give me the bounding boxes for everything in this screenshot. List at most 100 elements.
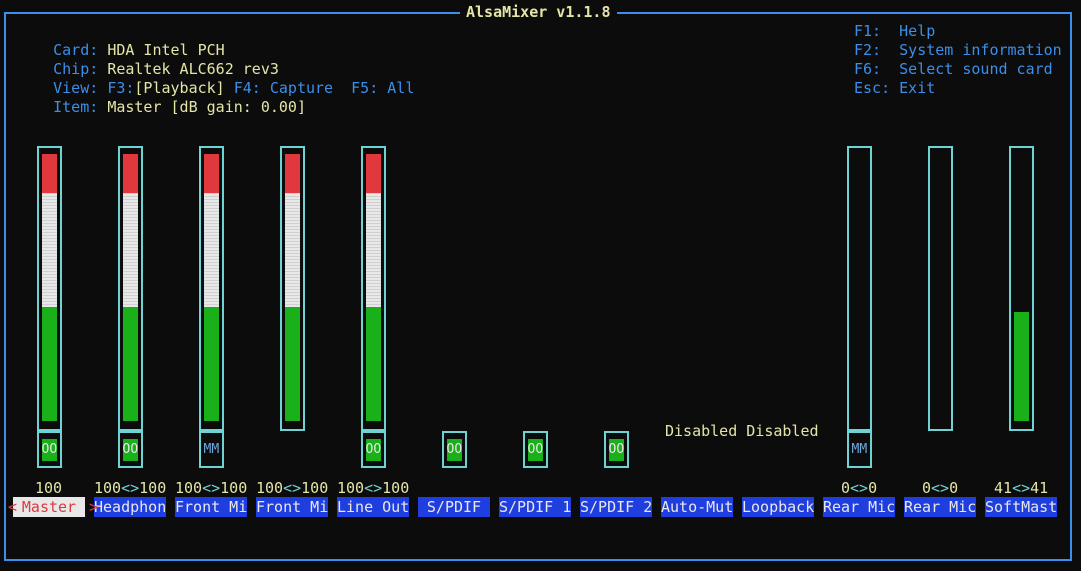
channel-2-value-left: 100 (175, 479, 203, 497)
channel-9-name[interactable]: Loopback (742, 497, 814, 517)
app-title: AlsaMixer v1.1.8 (460, 3, 617, 22)
channel-10-volume-bar[interactable] (846, 146, 872, 431)
channel-2-volume-bar[interactable] (198, 146, 224, 431)
channel-3-value-right: 100 (301, 479, 329, 497)
channel-3-name[interactable]: Front Mi (256, 497, 328, 517)
esc-text: Exit (899, 79, 936, 97)
channel-1-level-green (122, 307, 138, 421)
channel-12-value-right: 41 (1030, 479, 1049, 497)
channel-0-level-white (41, 193, 57, 307)
channel-5-mute-switch[interactable]: OO (441, 431, 467, 468)
channel-2-switch-state: MM (203, 439, 219, 461)
channel-2-value-separator: <> (202, 479, 221, 497)
channel-12-volume-bar[interactable] (1008, 146, 1034, 431)
channel-12-value: 41<>41 (994, 479, 1048, 498)
channel-0-mute-switch[interactable]: OO (36, 431, 62, 468)
channel-3-level-green (284, 307, 300, 421)
channel-5-switch-state: OO (446, 439, 462, 461)
channel-0-name[interactable]: Master (13, 497, 85, 517)
channel-11-value-right: 0 (949, 479, 959, 497)
channel-10-name[interactable]: Rear Mic (823, 497, 895, 517)
channel-1-value-separator: <> (121, 479, 140, 497)
channel-3-value-separator: <> (283, 479, 302, 497)
channel-1-mute-switch[interactable]: OO (117, 431, 143, 468)
alsamixer-screen: AlsaMixer v1.1.8 Card: HDA Intel PCH Chi… (0, 0, 1081, 571)
f2-text: System information (899, 41, 1062, 59)
help-esc[interactable]: Esc: Exit (854, 79, 935, 98)
channel-4-mute-switch[interactable]: OO (360, 431, 386, 468)
f6-key: F6: (854, 60, 882, 78)
f1-text: Help (899, 22, 936, 40)
channel-11-value-left: 0 (922, 479, 932, 497)
channel-7-mute-switch[interactable]: OO (603, 431, 629, 468)
channel-2-value-right: 100 (220, 479, 248, 497)
channel-4-switch-state: OO (365, 439, 381, 461)
channel-1-switch-state: OO (122, 439, 138, 461)
channel-3-volume-bar[interactable] (279, 146, 305, 431)
channel-4-level-white (365, 193, 381, 307)
channel-8-name[interactable]: Auto-Mut (661, 497, 733, 517)
channel-4-level-red (365, 154, 381, 193)
item-value: Master [dB gain: 0.00] (107, 98, 306, 116)
channel-7-name[interactable]: S/PDIF 2 (580, 497, 652, 517)
channel-11-value-separator: <> (931, 479, 950, 497)
channel-6-mute-switch[interactable]: OO (522, 431, 548, 468)
channel-1-level-red (122, 154, 138, 193)
channel-11-value: 0<>0 (922, 479, 958, 498)
channel-5-name[interactable]: S/PDIF (418, 497, 490, 517)
channel-10-mute-switch[interactable]: MM (846, 431, 872, 468)
channel-10-value: 0<>0 (841, 479, 877, 498)
channel-10-value-right: 0 (868, 479, 878, 497)
channel-0-switch-state: OO (41, 439, 57, 461)
channel-3-level-red (284, 154, 300, 193)
channel-1-value: 100<>100 (94, 479, 166, 498)
channel-2-level-red (203, 154, 219, 193)
channel-4-volume-bar[interactable] (360, 146, 386, 431)
help-f2[interactable]: F2: System information (854, 41, 1062, 60)
channel-10-switch-state: MM (851, 439, 867, 461)
channel-1-value-right: 100 (139, 479, 167, 497)
help-f1[interactable]: F1: Help (854, 22, 935, 41)
channel-3-value: 100<>100 (256, 479, 328, 498)
channel-0-volume-bar[interactable] (36, 146, 62, 431)
channel-4-value-left: 100 (337, 479, 365, 497)
channel-12-level-green (1013, 311, 1029, 421)
channel-10-value-separator: <> (850, 479, 869, 497)
channel-12-value-left: 41 (994, 479, 1013, 497)
item-row: Item: Master [dB gain: 0.00] (17, 79, 306, 136)
selection-right-arrow: > (89, 498, 99, 516)
f6-text: Select sound card (899, 60, 1053, 78)
channel-4-level-green (365, 307, 381, 421)
channel-12-value-separator: <> (1012, 479, 1031, 497)
channel-2-level-white (203, 193, 219, 307)
channel-11-name[interactable]: Rear Mic (904, 497, 976, 517)
help-f6[interactable]: F6: Select sound card (854, 60, 1053, 79)
channel-2-level-green (203, 307, 219, 421)
item-label: Item: (53, 98, 99, 116)
channel-11-volume-bar[interactable] (927, 146, 953, 431)
channel-1-volume-bar[interactable] (117, 146, 143, 431)
channel-12-name[interactable]: SoftMast (985, 497, 1057, 517)
channel-0-level-red (41, 154, 57, 193)
channel-0-value: 100 (35, 479, 62, 498)
channel-3-value-left: 100 (256, 479, 284, 497)
channel-4-name[interactable]: Line Out (337, 497, 409, 517)
channel-6-switch-state: OO (527, 439, 543, 461)
channel-4-value-right: 100 (382, 479, 410, 497)
disabled-label: Disabled Disabled (665, 422, 819, 440)
channel-4-value-separator: <> (364, 479, 383, 497)
channel-10-value-left: 0 (841, 479, 851, 497)
channel-6-name[interactable]: S/PDIF 1 (499, 497, 571, 517)
channel-3-level-white (284, 193, 300, 307)
channel-4-value: 100<>100 (337, 479, 409, 498)
channel-2-mute-switch[interactable]: MM (198, 431, 224, 468)
view-all[interactable]: F5: All (351, 79, 414, 97)
channel-7-switch-state: OO (608, 439, 624, 461)
channel-1-value-left: 100 (94, 479, 122, 497)
channel-1-name[interactable]: Headphon (94, 497, 166, 517)
channel-2-name[interactable]: Front Mi (175, 497, 247, 517)
channel-0-level-green (41, 307, 57, 421)
selection-left-arrow: < (8, 498, 18, 516)
esc-key: Esc: (854, 79, 891, 97)
channel-0-value-left: 100 (35, 479, 63, 497)
